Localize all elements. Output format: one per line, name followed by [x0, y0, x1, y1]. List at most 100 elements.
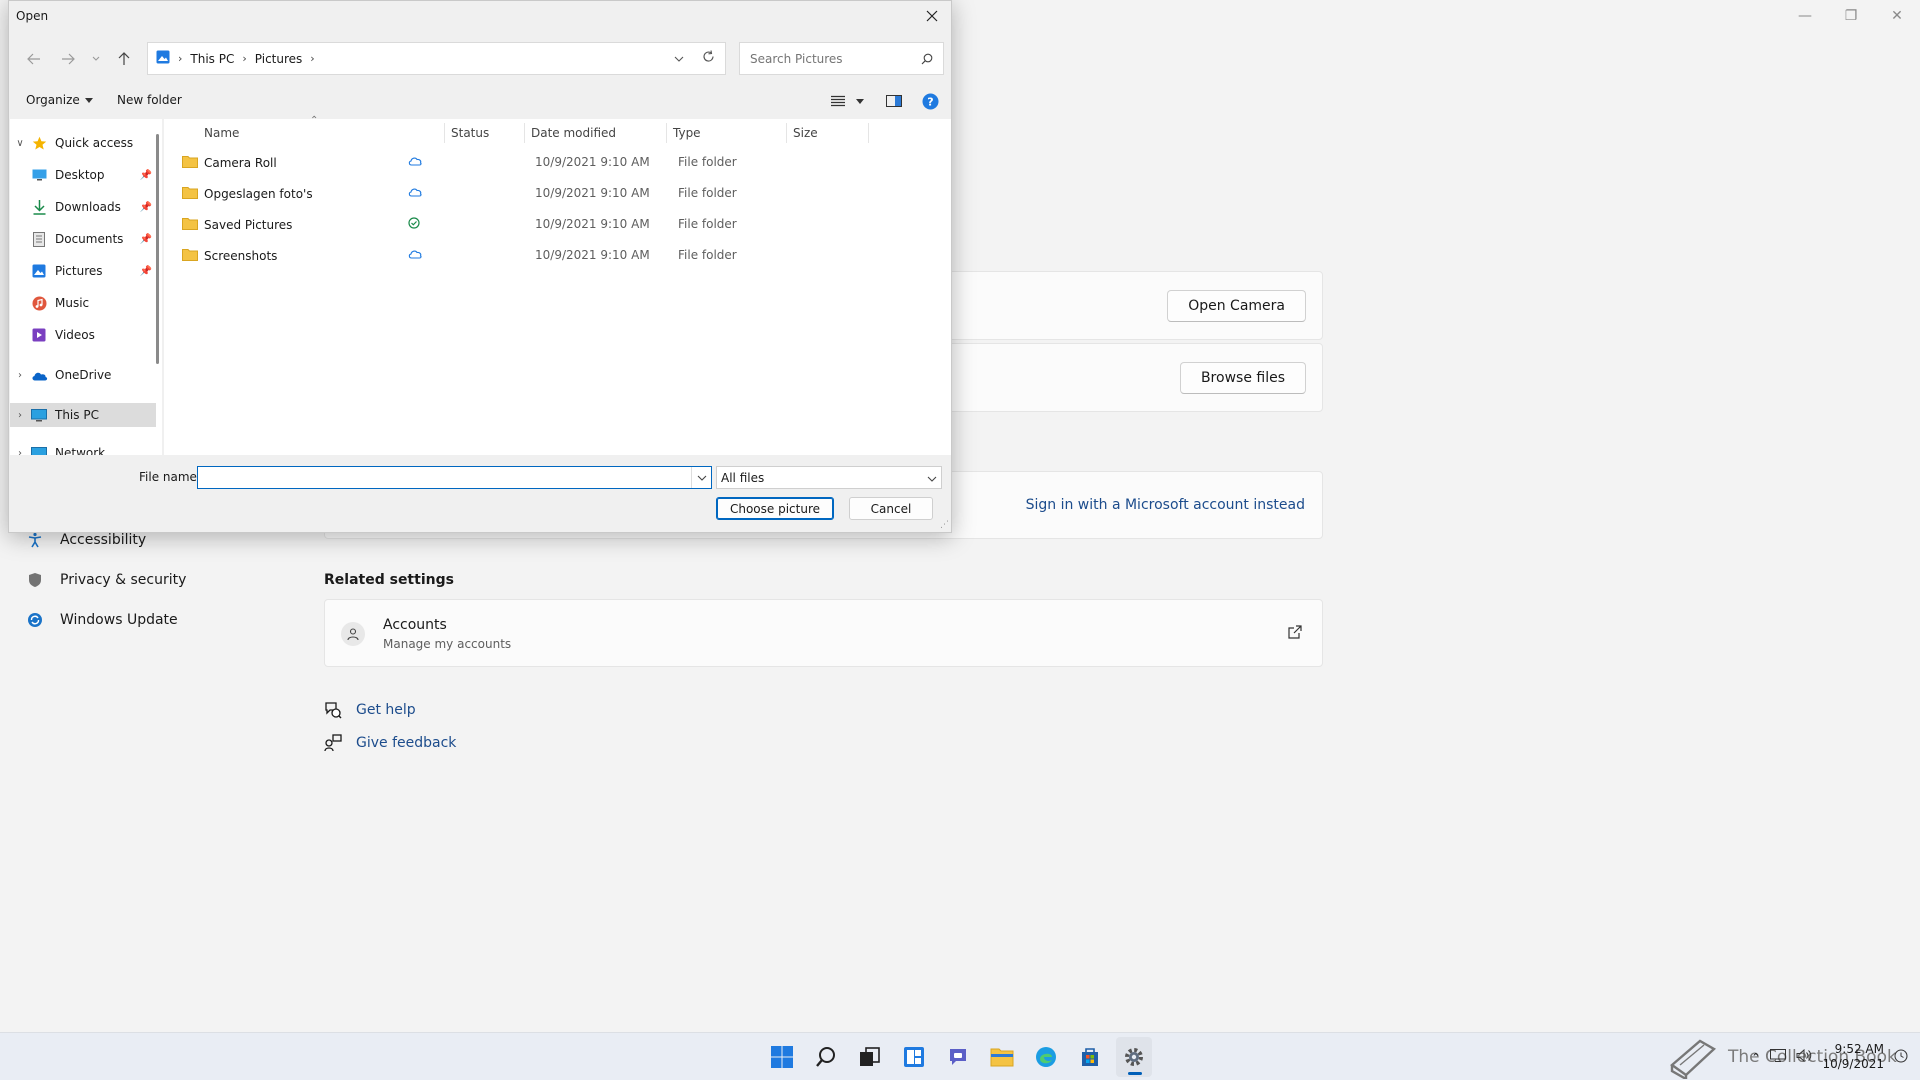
volume-icon[interactable]: [1796, 1048, 1812, 1065]
dialog-close-button[interactable]: [917, 3, 947, 29]
clock-time: 9:52 AM: [1834, 1042, 1884, 1056]
widgets-icon[interactable]: [896, 1037, 932, 1077]
back-button[interactable]: [19, 47, 49, 71]
accounts-card[interactable]: Accounts Manage my accounts: [324, 599, 1323, 667]
give-feedback-link[interactable]: Give feedback: [324, 734, 456, 752]
nav-desktop[interactable]: Desktop 📌: [10, 163, 156, 187]
chevron-down-icon[interactable]: ∨: [10, 138, 30, 149]
store-icon[interactable]: [1072, 1037, 1108, 1077]
organize-menu[interactable]: Organize: [26, 93, 93, 107]
task-view-icon[interactable]: [852, 1037, 888, 1077]
forward-button[interactable]: [53, 47, 83, 71]
nav-videos[interactable]: Videos: [10, 323, 156, 347]
nav-label: Videos: [55, 328, 95, 342]
get-help-link[interactable]: Get help: [324, 701, 416, 719]
chevron-up-icon[interactable]: ⌃: [1751, 1051, 1760, 1064]
chevron-right-icon[interactable]: ›: [10, 410, 30, 421]
settings-nav: Accessibility Privacy & security Windows…: [26, 520, 306, 640]
nav-pictures[interactable]: Pictures 📌: [10, 259, 156, 283]
start-icon[interactable]: [764, 1037, 800, 1077]
feedback-icon: [324, 734, 342, 752]
accounts-title: Accounts: [383, 617, 447, 633]
column-header-size[interactable]: Size: [787, 123, 869, 143]
nav-downloads[interactable]: Downloads 📌: [10, 195, 156, 219]
file-name-combobox[interactable]: [197, 466, 712, 489]
edge-icon[interactable]: [1028, 1037, 1064, 1077]
nav-music[interactable]: Music: [10, 291, 156, 315]
choose-picture-button[interactable]: Choose picture: [716, 497, 834, 520]
refresh-button[interactable]: [702, 50, 715, 67]
pin-icon[interactable]: 📌: [140, 170, 152, 181]
get-help-label: Get help: [356, 702, 416, 718]
chevron-right-icon[interactable]: ›: [10, 370, 30, 381]
arrow-right-icon: [62, 53, 75, 65]
person-icon: [341, 622, 365, 646]
settings-icon[interactable]: [1116, 1037, 1152, 1077]
address-bar[interactable]: › This PC › Pictures ›: [147, 42, 726, 75]
chat-icon[interactable]: [940, 1037, 976, 1077]
nav-onedrive[interactable]: › OneDrive: [10, 363, 156, 387]
nav-pane-scrollbar[interactable]: [156, 134, 159, 364]
folder-icon: [182, 248, 198, 264]
file-date: 10/9/2021 9:10 AM: [535, 186, 650, 200]
nav-documents[interactable]: Documents 📌: [10, 227, 156, 251]
file-row[interactable]: Opgeslagen foto's 10/9/2021 9:10 AM File…: [178, 181, 938, 207]
notification-icon[interactable]: [1894, 1049, 1908, 1066]
cancel-button[interactable]: Cancel: [849, 497, 933, 520]
open-camera-button[interactable]: Open Camera: [1167, 289, 1306, 322]
network-status-icon[interactable]: [1770, 1049, 1787, 1065]
file-list: ⌃ Name Status Date modified Type Size Ca…: [164, 115, 951, 455]
nav-item-privacy-security[interactable]: Privacy & security: [26, 560, 306, 600]
preview-pane-button[interactable]: [886, 95, 902, 107]
file-name: Camera Roll: [204, 156, 277, 170]
details-view-icon: [831, 95, 845, 107]
synced-check-icon: [408, 217, 420, 232]
search-icon[interactable]: [808, 1037, 844, 1077]
help-button[interactable]: ?: [922, 93, 939, 110]
file-name-input[interactable]: [198, 467, 691, 488]
restore-button[interactable]: ❐: [1828, 0, 1874, 32]
column-header-status[interactable]: Status: [445, 123, 525, 143]
column-header-name[interactable]: Name: [198, 123, 445, 143]
address-history-dropdown[interactable]: [674, 51, 684, 66]
file-date: 10/9/2021 9:10 AM: [535, 217, 650, 231]
minimize-button[interactable]: —: [1782, 0, 1828, 32]
pin-icon[interactable]: 📌: [140, 234, 152, 245]
pin-icon[interactable]: 📌: [140, 266, 152, 277]
file-type: File folder: [678, 186, 737, 200]
signin-microsoft-link[interactable]: Sign in with a Microsoft account instead: [1026, 497, 1305, 513]
breadcrumb-pictures[interactable]: Pictures: [255, 52, 303, 66]
close-window-button[interactable]: ✕: [1874, 0, 1920, 32]
browse-files-button[interactable]: Browse files: [1179, 361, 1306, 394]
this-pc-icon: [30, 407, 48, 423]
file-row[interactable]: Camera Roll 10/9/2021 9:10 AM File folde…: [178, 150, 938, 176]
chevron-right-icon[interactable]: ›: [10, 448, 30, 456]
file-type-value: All files: [721, 470, 765, 485]
resize-grip[interactable]: ⋰: [940, 520, 949, 530]
file-row[interactable]: Screenshots 10/9/2021 9:10 AM File folde…: [178, 243, 938, 269]
up-button[interactable]: [109, 47, 139, 71]
nav-label: Desktop: [55, 168, 105, 182]
search-box[interactable]: [739, 42, 944, 75]
nav-item-windows-update[interactable]: Windows Update: [26, 600, 306, 640]
file-name-dropdown[interactable]: [691, 467, 711, 488]
recent-locations-button[interactable]: [87, 47, 105, 71]
open-dialog: Open › This PC › Pictures › Search Pictu…: [8, 0, 952, 533]
nav-quick-access[interactable]: ∨ Quick access: [10, 131, 156, 155]
breadcrumb-this-pc[interactable]: This PC: [190, 52, 234, 66]
nav-network[interactable]: › Network: [10, 441, 156, 455]
new-folder-button[interactable]: New folder: [117, 93, 182, 107]
nav-this-pc[interactable]: › This PC: [10, 403, 156, 427]
cloud-icon: [408, 186, 422, 200]
pin-icon[interactable]: 📌: [140, 202, 152, 213]
view-options-button[interactable]: [831, 95, 864, 107]
nav-label: Privacy & security: [60, 572, 187, 588]
file-name: Opgeslagen foto's: [204, 187, 313, 201]
clock[interactable]: 9:52 AM 10/9/2021: [1822, 1042, 1884, 1072]
column-header-type[interactable]: Type: [667, 123, 787, 143]
search-input[interactable]: [750, 51, 921, 66]
column-header-date[interactable]: Date modified: [525, 123, 667, 143]
file-explorer-icon[interactable]: [984, 1037, 1020, 1077]
file-row[interactable]: Saved Pictures 10/9/2021 9:10 AM File fo…: [178, 212, 938, 238]
file-type-select[interactable]: All files: [716, 466, 942, 489]
